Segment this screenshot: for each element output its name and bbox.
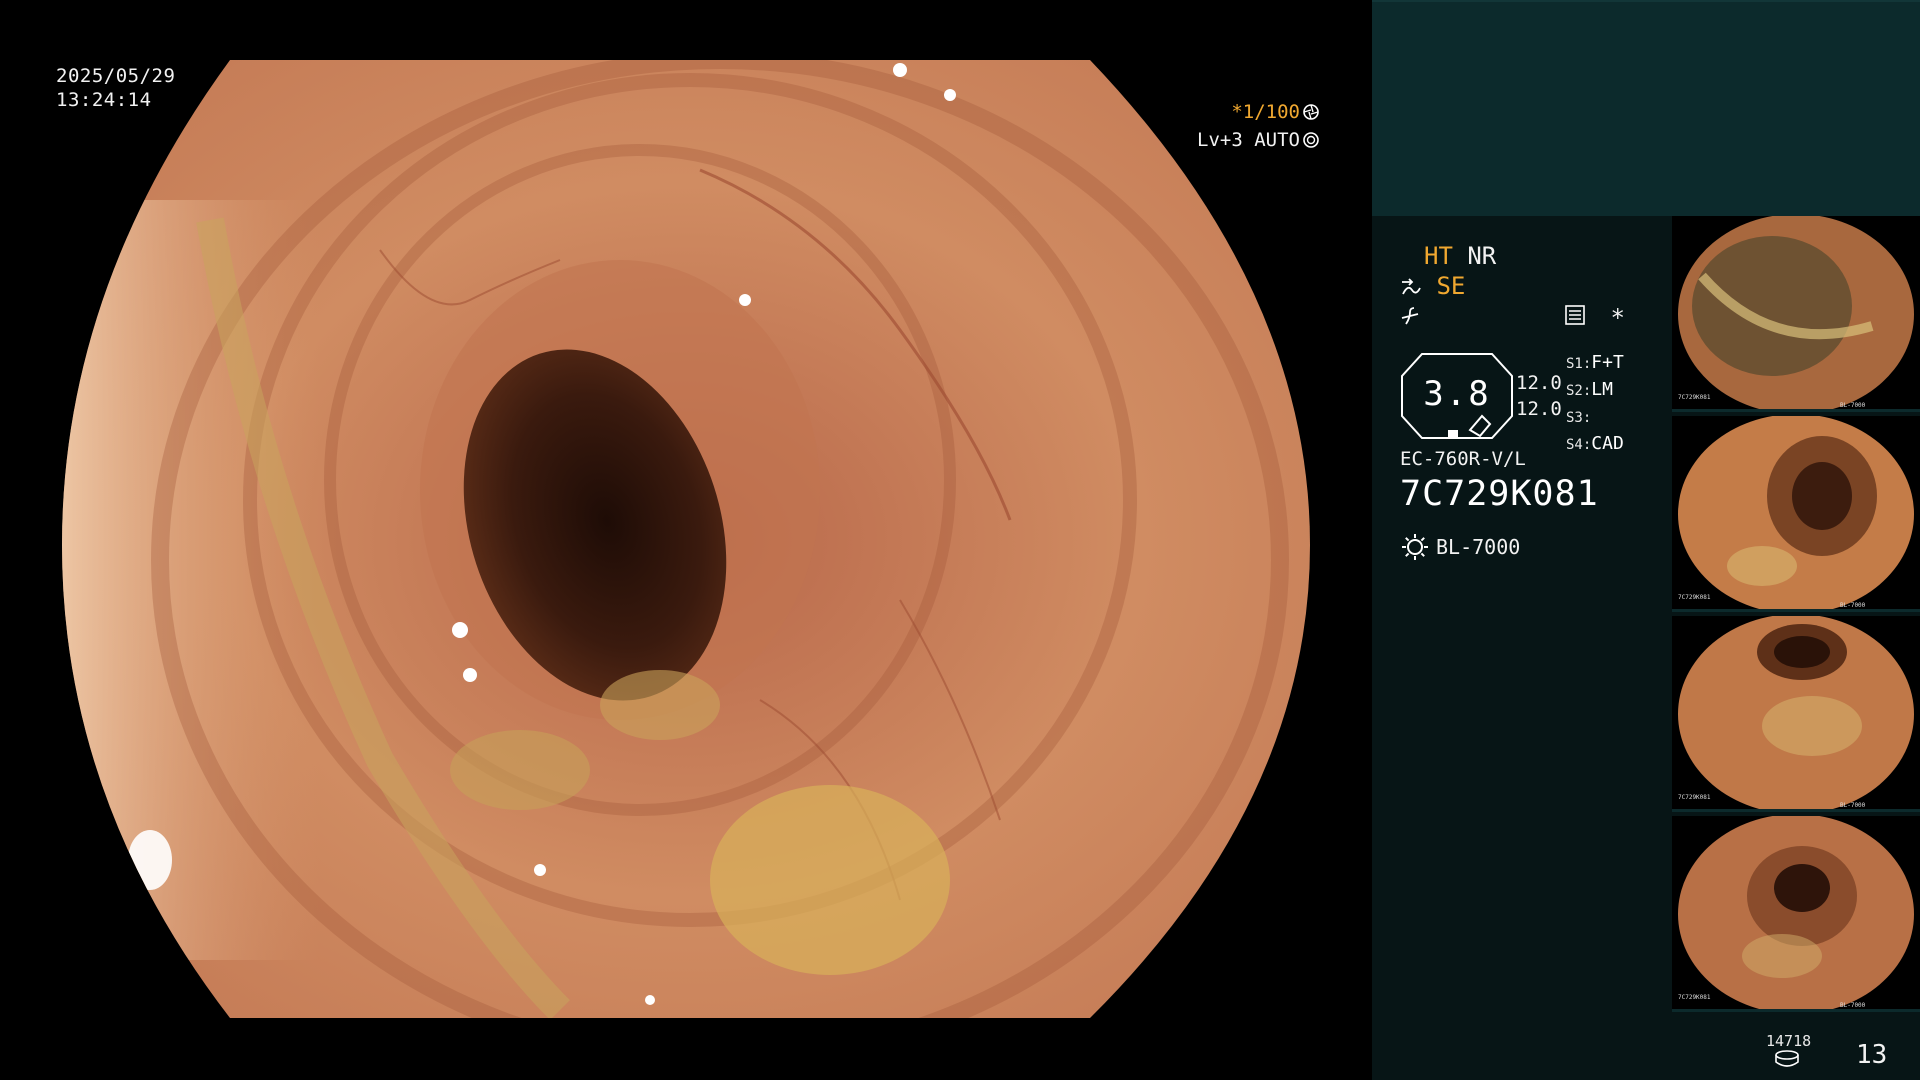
- aperture-icon: [1303, 104, 1319, 120]
- se-row: SE: [1400, 272, 1465, 300]
- thumbnail-source: BL-7000: [1840, 1002, 1866, 1009]
- storage-disk-icon: [1775, 1050, 1799, 1067]
- switch-key: S2:: [1566, 383, 1592, 399]
- exposure-readout: *1/100 Lv+3 AUTO: [1197, 98, 1320, 154]
- scope-model: EC-760R-V/L: [1400, 448, 1526, 470]
- thumbnail-1[interactable]: 7C729K081 BL-7000: [1672, 216, 1920, 412]
- value-1: 12.0: [1516, 372, 1562, 394]
- thumbnail-image: [1678, 416, 1914, 609]
- thumbnail-source: BL-7000: [1840, 802, 1866, 809]
- processor-settings: HT NR SE * 3.8 12.0 12.0 S1:F+T S2:LM S3…: [1372, 216, 1672, 1080]
- thumbnail-image: [1678, 816, 1914, 1009]
- endoscope-image: [62, 60, 1310, 1018]
- zoom-value: 3.8: [1423, 374, 1491, 414]
- thumbnail-image: [1678, 616, 1914, 809]
- color-mode-icon: [1401, 307, 1419, 325]
- settings-list-row: *: [1564, 304, 1625, 332]
- datetime: 2025/05/29 13:24:14: [56, 64, 175, 112]
- thumbnail-serial: 7C729K081: [1678, 994, 1711, 1001]
- structure-enhance-icon: [1402, 278, 1421, 295]
- switch-value: F+T: [1591, 352, 1624, 373]
- iris-icon: [1303, 132, 1319, 148]
- switch-value: CAD: [1591, 433, 1624, 454]
- color-mode-row: [1400, 304, 1420, 332]
- switch-assignments: S1:F+T S2:LM S3: S4:CAD: [1566, 350, 1624, 458]
- switch-key: S3:: [1566, 410, 1592, 426]
- ht-nr-row: HT NR: [1424, 242, 1496, 270]
- value-column: 12.0 12.0: [1516, 370, 1562, 422]
- thumbnail-4[interactable]: 7C729K081 BL-7000: [1672, 816, 1920, 1012]
- thumbnail-3[interactable]: 7C729K081 BL-7000: [1672, 616, 1920, 812]
- shutter-speed: *1/100: [1231, 101, 1300, 123]
- scope-serial: 7C729K081: [1400, 474, 1599, 514]
- light-source-label: BL-7000: [1436, 535, 1521, 559]
- endoscope-main-view: 2025/05/29 13:24:14 *1/100 Lv+3 AUTO: [0, 0, 1372, 1080]
- image-count: 14718: [1766, 1032, 1812, 1050]
- light-source-icon: [1402, 534, 1428, 560]
- thumbnail-image: [1678, 216, 1914, 409]
- thumbnail-source: BL-7000: [1840, 402, 1866, 409]
- switch-key: S1:: [1566, 356, 1592, 372]
- thumbnail-serial: 7C729K081: [1678, 594, 1711, 601]
- frame-number: 13: [1856, 1040, 1888, 1070]
- thumbnail-serial: 7C729K081: [1678, 794, 1711, 801]
- date-text: 2025/05/29: [56, 65, 176, 87]
- info-panel: HT NR SE * 3.8 12.0 12.0 S1:F+T S2:LM S3…: [1372, 0, 1920, 1080]
- patient-info-band: [1372, 0, 1920, 216]
- light-source-row: BL-7000: [1400, 532, 1520, 562]
- ht-label: HT: [1424, 242, 1453, 270]
- time-text: 13:24:14: [56, 89, 152, 111]
- se-label: SE: [1436, 272, 1466, 300]
- switch-key: S4:: [1566, 437, 1592, 453]
- value-2: 12.0: [1516, 398, 1562, 420]
- captured-thumbnails: 7C729K081 BL-7000 7C729K081 BL-7000 7C72…: [1672, 216, 1920, 1016]
- asterisk-mark: *: [1610, 304, 1625, 332]
- exposure-level: Lv+3 AUTO: [1197, 129, 1300, 151]
- switch-value: LM: [1591, 379, 1613, 400]
- nr-label: NR: [1467, 242, 1497, 270]
- thumbnail-source: BL-7000: [1840, 602, 1866, 609]
- thumbnail-2[interactable]: 7C729K081 BL-7000: [1672, 416, 1920, 612]
- settings-list-icon: [1565, 305, 1585, 325]
- thumbnail-serial: 7C729K081: [1678, 394, 1711, 401]
